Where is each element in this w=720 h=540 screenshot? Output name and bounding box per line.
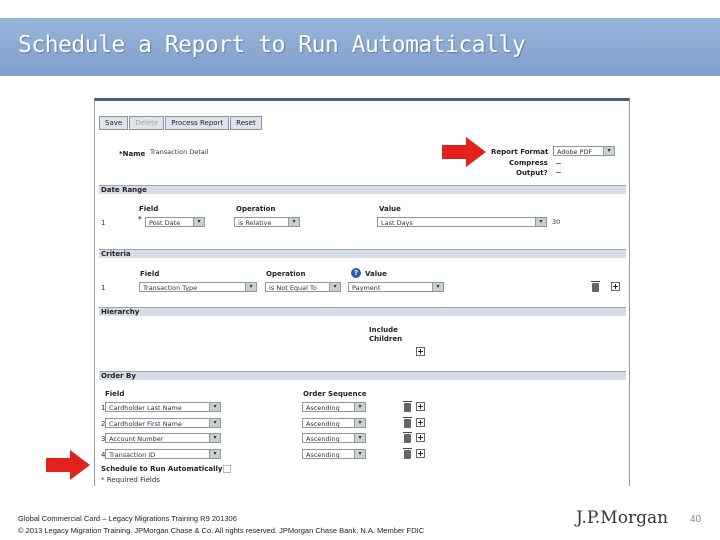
chevron-down-icon: ▾ — [209, 403, 220, 411]
trash-icon[interactable] — [403, 448, 412, 459]
chevron-down-icon: ▾ — [209, 450, 220, 458]
add-order-button[interactable]: + — [416, 402, 425, 411]
help-icon[interactable]: ? — [351, 268, 361, 278]
chevron-down-icon: ▾ — [329, 283, 340, 291]
order-field-value: Cardholder First Name — [109, 420, 182, 428]
reset-button[interactable]: Reset — [230, 116, 262, 130]
chevron-down-icon: ▾ — [354, 450, 365, 458]
form-toolbar: Save Delete Process Report Reset — [99, 116, 262, 130]
criteria-header: Criteria — [99, 249, 626, 258]
add-order-button[interactable]: + — [416, 449, 425, 458]
criteria-value-select[interactable]: Payment ▾ — [348, 282, 444, 292]
chevron-down-icon: ▾ — [209, 419, 220, 427]
order-field-select[interactable]: Account Number ▾ — [105, 433, 221, 443]
chevron-down-icon: ▾ — [354, 403, 365, 411]
chevron-down-icon: ▾ — [354, 434, 365, 442]
order-sequence-value: Ascending — [306, 435, 340, 443]
date-field-header: Field — [139, 205, 159, 213]
add-hierarchy-button[interactable]: + — [416, 347, 425, 356]
process-report-button[interactable]: Process Report — [165, 116, 230, 130]
compress-output-checkbox[interactable] — [556, 162, 561, 164]
criteria-operation-select[interactable]: Is Not Equal To ▾ — [265, 282, 341, 292]
name-input[interactable]: Transaction Detail — [147, 147, 297, 157]
date-value-header: Value — [379, 205, 401, 213]
include-children-label-1: Include — [369, 326, 398, 334]
criteria-operation-header: Operation — [266, 270, 306, 278]
criteria-field-header: Field — [140, 270, 160, 278]
order-sequence-select[interactable]: Ascending ▾ — [302, 418, 366, 428]
save-button[interactable]: Save — [99, 116, 129, 130]
date-operation-select[interactable]: is Relative ▾ — [234, 217, 300, 227]
add-order-button[interactable]: + — [416, 433, 425, 442]
order-field-value: Cardholder Last Name — [109, 404, 182, 412]
footer-copyright-line: © 2013 Legacy Migration Training. JPMorg… — [18, 526, 425, 535]
criteria-operation-value: Is Not Equal To — [269, 284, 317, 292]
chevron-down-icon: ▾ — [209, 434, 220, 442]
report-format-select[interactable]: Adobe PDF ▾ — [553, 146, 615, 156]
order-sequence-value: Ascending — [306, 404, 340, 412]
add-order-button[interactable]: + — [416, 418, 425, 427]
chevron-down-icon: ▾ — [245, 283, 256, 291]
criteria-value-header: Value — [365, 270, 387, 278]
chevron-down-icon: ▾ — [432, 283, 443, 291]
trash-icon[interactable] — [403, 432, 412, 443]
date-days-input[interactable]: 30 — [549, 217, 581, 227]
order-sequence-select[interactable]: Ascending ▾ — [302, 449, 366, 459]
order-sequence-select[interactable]: Ascending ▾ — [302, 402, 366, 412]
order-field-value: Transaction ID — [109, 451, 156, 459]
date-field-value: Post Date — [149, 219, 181, 227]
chevron-down-icon: ▾ — [603, 147, 614, 155]
date-value-value: Last Days — [381, 219, 413, 227]
slide-title: Schedule a Report to Run Automatically — [18, 32, 526, 58]
trash-icon[interactable] — [591, 281, 600, 292]
schedule-to-run-automatically-label[interactable]: Schedule to Run Automatically — [101, 465, 222, 473]
report-form-screenshot: Save Delete Process Report Reset *Name T… — [94, 98, 630, 486]
date-operation-header: Operation — [236, 205, 276, 213]
date-row-number: 1 — [101, 219, 106, 227]
required-marker: * — [138, 215, 142, 223]
chevron-down-icon: ▾ — [535, 218, 546, 226]
order-field-select[interactable]: Cardholder First Name ▾ — [105, 418, 221, 428]
criteria-field-value: Transaction Type — [143, 284, 198, 292]
order-field-select[interactable]: Transaction ID ▾ — [105, 449, 221, 459]
date-operation-value: is Relative — [238, 219, 272, 227]
required-fields-note: * Required Fields — [101, 476, 160, 484]
chevron-down-icon: ▾ — [288, 218, 299, 226]
chevron-down-icon: ▾ — [193, 218, 204, 226]
include-children-label-2: Children — [369, 335, 403, 343]
chevron-down-icon: ▾ — [354, 419, 365, 427]
order-field-select[interactable]: Cardholder Last Name ▾ — [105, 402, 221, 412]
order-field-value: Account Number — [109, 435, 164, 443]
jpmorgan-logo: J.P.Morgan — [576, 508, 669, 528]
criteria-field-select[interactable]: Transaction Type ▾ — [139, 282, 257, 292]
order-field-header: Field — [105, 390, 125, 398]
compress-label: Compress — [509, 159, 548, 167]
title-banner: Schedule a Report to Run Automatically — [0, 18, 720, 76]
order-sequence-value: Ascending — [306, 420, 340, 428]
date-range-header: Date Range — [99, 185, 626, 194]
order-by-header: Order By — [99, 371, 626, 380]
add-criteria-button[interactable]: + — [611, 282, 620, 291]
hierarchy-header: Hierarchy — [99, 307, 626, 316]
criteria-row-number: 1 — [101, 284, 106, 292]
page-number: 40 — [690, 514, 702, 525]
footer-course-line: Global Commercial Card – Legacy Migratio… — [18, 514, 237, 523]
compress-output-checkbox-2[interactable] — [556, 171, 561, 173]
order-sequence-value: Ascending — [306, 451, 340, 459]
schedule-checkbox[interactable] — [223, 465, 231, 473]
arrow-pointer-icon — [442, 137, 486, 167]
trash-icon[interactable] — [403, 417, 412, 428]
output-label: Output? — [516, 169, 548, 177]
report-format-value: Adobe PDF — [557, 148, 593, 156]
date-field-select[interactable]: Post Date ▾ — [145, 217, 205, 227]
order-sequence-header: Order Sequence — [303, 390, 367, 398]
arrow-pointer-icon — [46, 450, 90, 480]
delete-button[interactable]: Delete — [129, 116, 165, 130]
name-label: *Name — [119, 150, 146, 158]
criteria-value-value: Payment — [352, 284, 381, 292]
date-value-select[interactable]: Last Days ▾ — [377, 217, 547, 227]
order-sequence-select[interactable]: Ascending ▾ — [302, 433, 366, 443]
report-format-label: Report Format — [491, 148, 549, 156]
trash-icon[interactable] — [403, 401, 412, 412]
